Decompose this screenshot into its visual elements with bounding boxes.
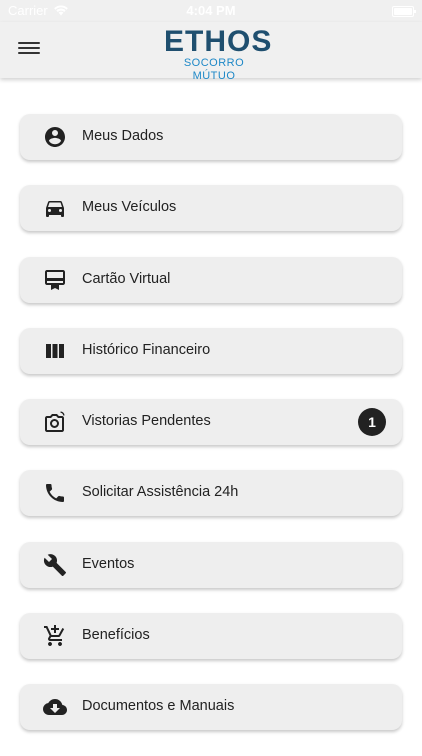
wrench-icon	[43, 553, 67, 577]
battery-icon	[392, 6, 416, 17]
columns-icon	[43, 339, 67, 363]
car-icon	[43, 196, 67, 220]
menu-item-label: Benefícios	[82, 627, 150, 644]
menu-item-meus-veiculos[interactable]: Meus Veículos	[20, 185, 402, 232]
menu-item-vistorias-pendentes[interactable]: Vistorias Pendentes 1	[20, 399, 402, 446]
phone-icon	[43, 481, 67, 505]
menu-item-historico-financeiro[interactable]: Histórico Financeiro	[20, 327, 402, 374]
logo-title: ETHOS	[164, 25, 273, 58]
menu-item-label: Cartão Virtual	[82, 270, 171, 287]
camera-icon	[43, 410, 67, 434]
menu-item-label: Eventos	[82, 555, 135, 572]
card-icon	[43, 268, 67, 292]
status-time: 4:04 PM	[186, 3, 236, 18]
menu-item-label: Documentos e Manuais	[82, 698, 235, 715]
menu-item-label: Histórico Financeiro	[82, 341, 211, 358]
menu-item-beneficios[interactable]: Benefícios	[20, 613, 402, 660]
account-circle-icon	[43, 125, 67, 149]
logo-subtitle: SOCORRO MÚTUO	[183, 57, 245, 82]
menu-item-documentos-manuais[interactable]: Documentos e Manuais	[20, 684, 402, 731]
main-menu: Meus Dados Meus Veículos Cartão Virtual …	[20, 114, 402, 756]
pending-count-badge: 1	[358, 408, 386, 437]
cloud-download-icon	[43, 695, 67, 719]
hamburger-menu-icon[interactable]	[18, 39, 40, 61]
menu-item-label: Meus Veículos	[82, 199, 177, 216]
menu-item-meus-dados[interactable]: Meus Dados	[20, 114, 402, 160]
status-bar: Carrier 4:04 PM	[0, 0, 422, 22]
cart-add-icon	[43, 624, 67, 648]
ethos-logo: ETHOS SOCORRO MÚTUO	[164, 25, 273, 83]
menu-item-label: Vistorias Pendentes	[82, 413, 211, 430]
menu-item-label: Meus Dados	[82, 128, 164, 144]
app-header: ETHOS SOCORRO MÚTUO	[0, 22, 422, 82]
menu-item-solicitar-assistencia[interactable]: Solicitar Assistência 24h	[20, 470, 402, 517]
menu-item-label: Solicitar Assistência 24h	[82, 484, 239, 501]
menu-item-cartao-virtual[interactable]: Cartão Virtual	[20, 256, 402, 303]
menu-item-eventos[interactable]: Eventos	[20, 541, 402, 588]
